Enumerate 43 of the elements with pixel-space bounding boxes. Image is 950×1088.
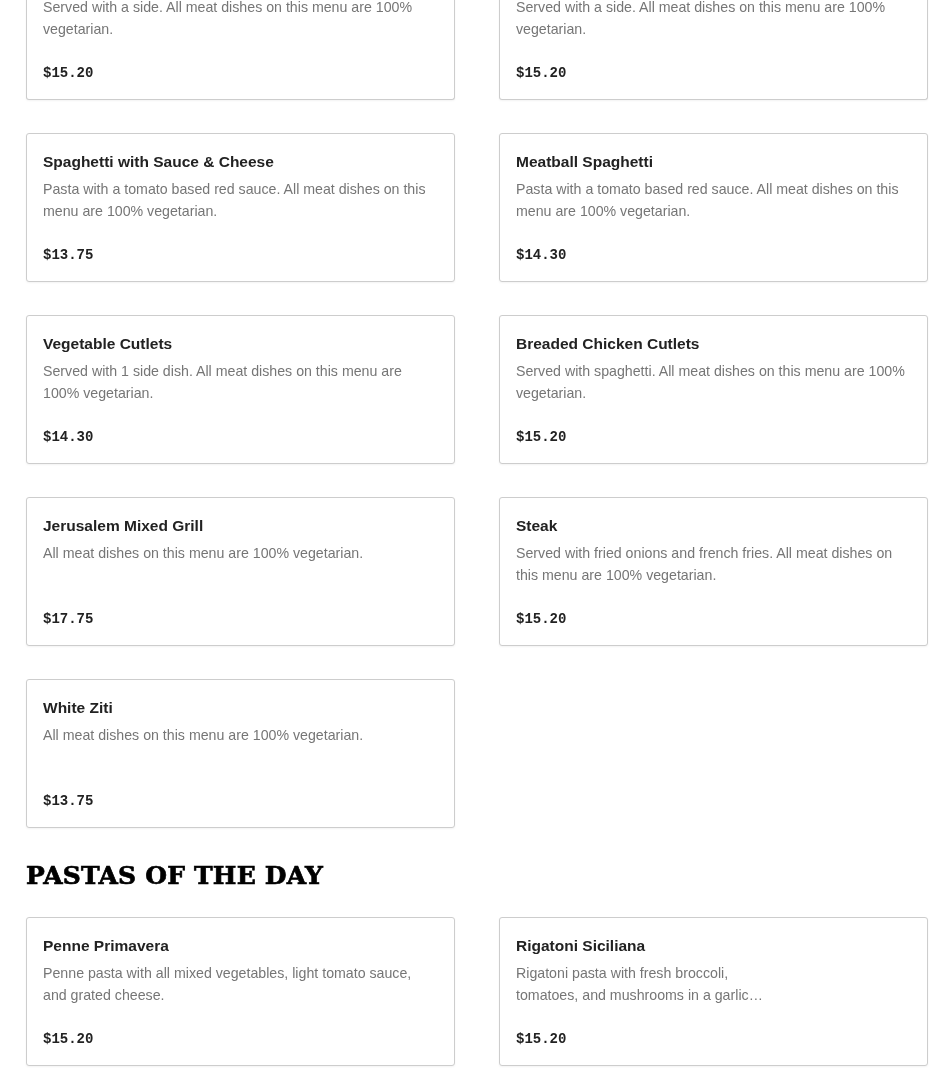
- dish-description: Served with a side. All meat dishes on this menu are 100% vegetarian.: [43, 0, 414, 39]
- dish-price: $15.20: [516, 610, 567, 629]
- dish-description: Served with a side. All meat dishes on this menu are 100% vegetarian.: [516, 0, 887, 39]
- dish-price: $15.20: [43, 1030, 94, 1049]
- dish-name: Breaded Chicken Cutlets: [516, 334, 701, 354]
- dish-price: $15.20: [516, 1030, 567, 1049]
- dish-name: Penne Primavera: [43, 936, 170, 956]
- dish-name: Vegetable Cutlets: [43, 334, 174, 354]
- dish-name: Meatball Spaghetti: [516, 152, 654, 172]
- menu-item-card[interactable]: Steak Served with fried onions and french fries. All meat dishes on this menu are 100% vegetarian. $15.20: [499, 497, 928, 646]
- dish-name: White Ziti: [43, 698, 114, 718]
- menu-item-card[interactable]: Breaded Chicken Cutlets Served with spaghetti. All meat dishes on this menu are 100% vegetarian. $15.20: [499, 315, 928, 464]
- menu-item-card[interactable]: Served with a side. All meat dishes on this menu are 100% vegetarian. $15.20: [26, 0, 455, 100]
- dish-price: $14.30: [516, 246, 567, 265]
- dish-price: $17.75: [43, 610, 94, 629]
- dish-price: $15.20: [43, 64, 94, 83]
- dish-name: Steak: [516, 516, 559, 536]
- dish-description: All meat dishes on this menu are 100% vegetarian.: [43, 544, 365, 563]
- dish-name: Rigatoni Siciliana: [516, 936, 647, 956]
- dish-description: Served with fried onions and french fries. All meat dishes on this menu are 100% vegetarian.: [516, 544, 894, 585]
- dish-description: Served with 1 side dish. All meat dishes on this menu are 100% vegetarian.: [43, 362, 403, 403]
- dish-name: Jerusalem Mixed Grill: [43, 516, 205, 536]
- menu-item-card[interactable]: Penne Primavera Penne pasta with all mixed vegetables, light tomato sauce, and grated cheese. $15.20: [26, 917, 455, 1066]
- dish-price: $13.75: [43, 792, 94, 811]
- dish-description: Served with spaghetti. All meat dishes on this menu are 100% vegetarian.: [516, 362, 906, 403]
- menu-item-card[interactable]: Spaghetti with Sauce & Cheese Pasta with a tomato based red sauce. All meat dishes on this menu are 100% vegetarian. $13.75: [26, 133, 455, 282]
- dish-description: All meat dishes on this menu are 100% vegetarian.: [43, 726, 365, 745]
- menu-item-card[interactable]: White Ziti All meat dishes on this menu are 100% vegetarian. $13.75: [26, 679, 455, 828]
- menu-item-card[interactable]: Rigatoni Siciliana Rigatoni pasta with fresh broccoli, tomatoes, and mushrooms in a garlic… $15.20: [499, 917, 928, 1066]
- menu-item-card[interactable]: Meatball Spaghetti Pasta with a tomato based red sauce. All meat dishes on this menu are 100% vegetarian. $14.30: [499, 133, 928, 282]
- dish-description: Rigatoni pasta with fresh broccoli, tomatoes, and mushrooms in a garlic…: [516, 964, 764, 1005]
- dish-price: $15.20: [516, 428, 567, 447]
- dish-description: Pasta with a tomato based red sauce. All meat dishes on this menu are 100% vegetarian.: [43, 180, 427, 221]
- dish-name: Spaghetti with Sauce & Cheese: [43, 152, 275, 172]
- section-heading: PASTAS OF THE DAY: [26, 860, 324, 892]
- dish-price: $13.75: [43, 246, 94, 265]
- dish-description: Penne pasta with all mixed vegetables, light tomato sauce, and grated cheese.: [43, 964, 413, 1005]
- menu-item-card[interactable]: Served with a side. All meat dishes on this menu are 100% vegetarian. $15.20: [499, 0, 928, 100]
- dish-price: $15.20: [516, 64, 567, 83]
- dish-price: $14.30: [43, 428, 94, 447]
- menu-item-card[interactable]: Jerusalem Mixed Grill All meat dishes on this menu are 100% vegetarian. $17.75: [26, 497, 455, 646]
- dish-description: Pasta with a tomato based red sauce. All meat dishes on this menu are 100% vegetarian.: [516, 180, 900, 221]
- menu-item-card[interactable]: Vegetable Cutlets Served with 1 side dish. All meat dishes on this menu are 100% vegetarian. $14.30: [26, 315, 455, 464]
